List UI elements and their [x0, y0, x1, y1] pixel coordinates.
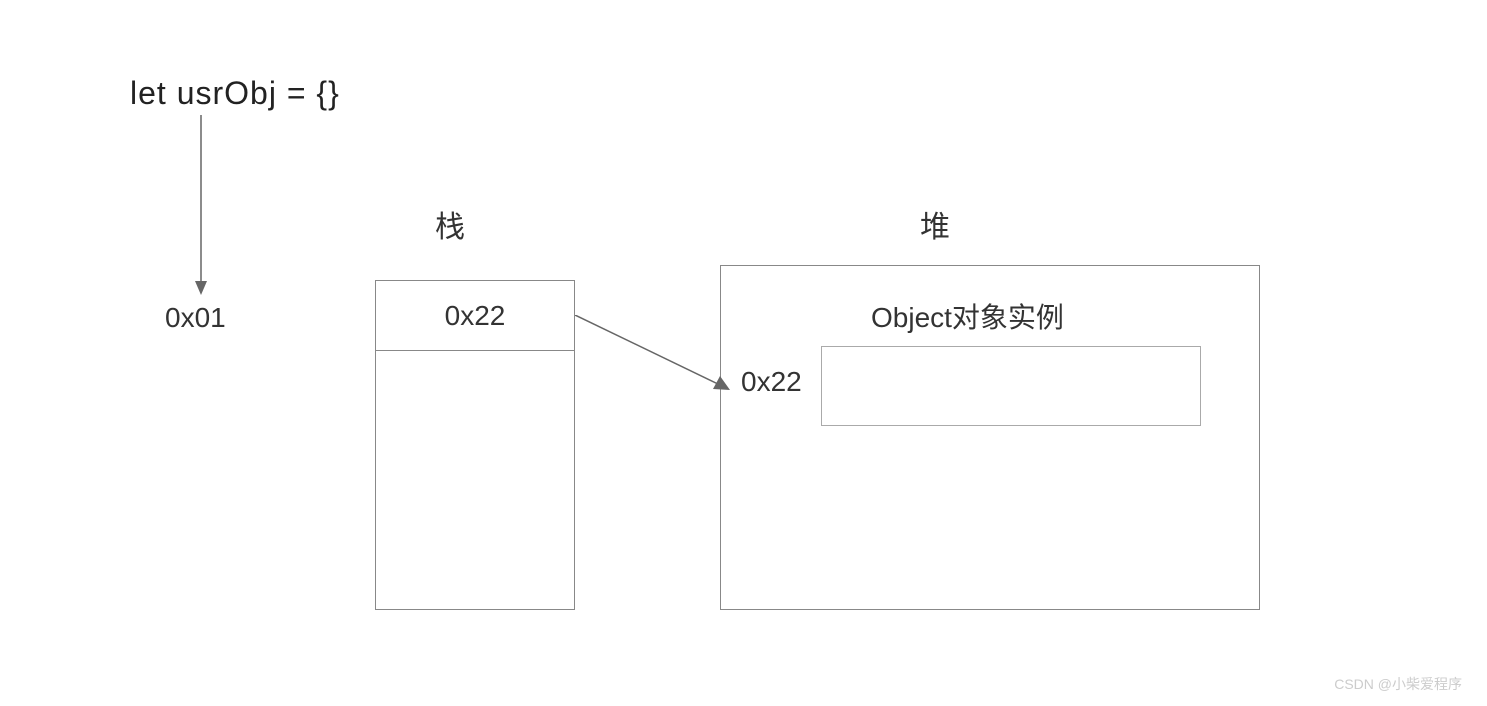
code-declaration: let usrObj = {}: [130, 75, 340, 112]
heap-instance-address: 0x22: [741, 366, 802, 398]
arrow-diagonal-icon: [575, 315, 735, 405]
heap-inner-box: [821, 346, 1201, 426]
heap-box: Object对象实例 0x22: [720, 265, 1260, 610]
stack-cell-value: 0x22: [376, 281, 574, 351]
stack-box: 0x22: [375, 280, 575, 610]
heap-title: 堆: [920, 202, 950, 246]
heap-instance-label: Object对象实例: [871, 296, 1064, 336]
watermark: CSDN @小柴爱程序: [1334, 674, 1462, 694]
variable-address: 0x01: [165, 302, 226, 334]
stack-title: 栈: [435, 202, 465, 246]
arrow-down-icon: [200, 115, 202, 285]
